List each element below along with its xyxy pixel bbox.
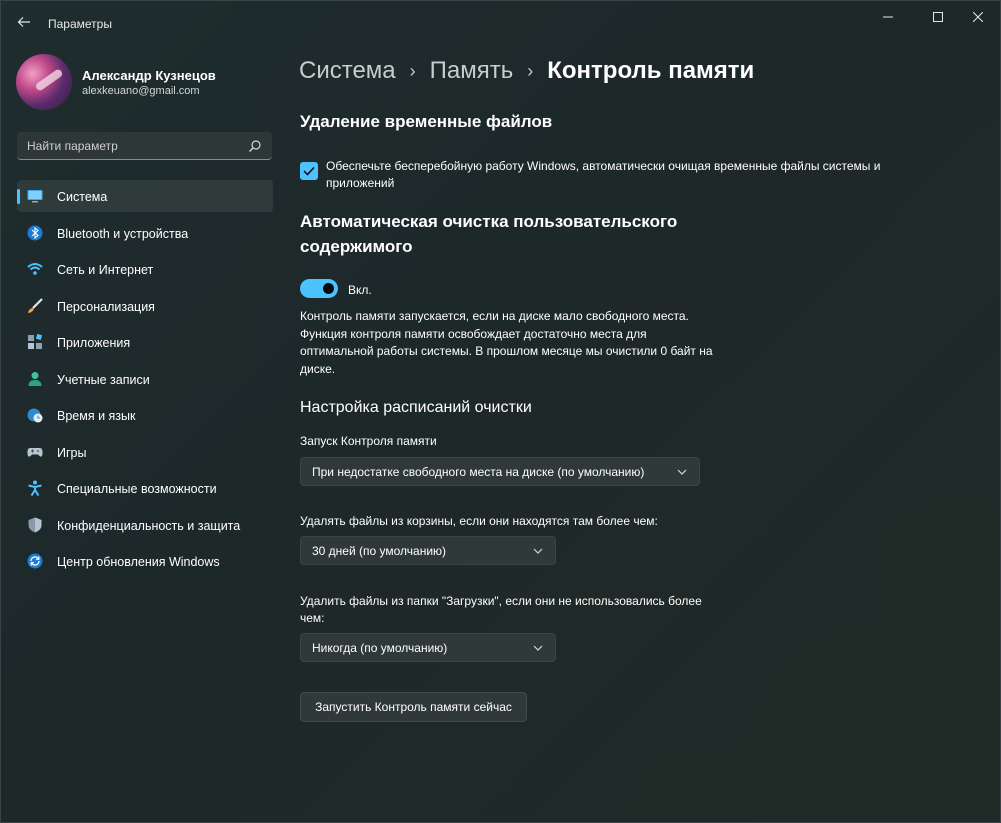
auto-cleanup-heading-line2: содержимого — [300, 237, 413, 256]
sidebar-item-windows-update[interactable]: Центр обновления Windows — [17, 545, 273, 577]
chevron-right-icon: › — [527, 60, 534, 81]
recycle-bin-dropdown[interactable]: 30 дней (по умолчанию) — [300, 536, 556, 565]
storage-sense-description: Контроль памяти запускается, если на дис… — [300, 309, 713, 376]
chevron-right-icon: › — [409, 60, 416, 81]
minimize-button[interactable] — [865, 1, 911, 33]
globe-clock-icon — [27, 408, 43, 423]
close-button[interactable] — [955, 1, 1001, 33]
sidebar-item-label: Игры — [57, 445, 87, 460]
dropdown-value: 30 дней (по умолчанию) — [312, 544, 447, 558]
storage-sense-toggle[interactable] — [300, 279, 338, 298]
user-email: alexkeuano@gmail.com — [82, 85, 200, 97]
sidebar-item-privacy[interactable]: Конфиденциальность и защита — [17, 509, 273, 541]
sidebar-item-personalization[interactable]: Персонализация — [17, 290, 273, 322]
auto-cleanup-heading-line1: Автоматическая очистка пользовательского — [300, 212, 678, 231]
search-box — [17, 132, 272, 160]
sidebar-nav: Система Bluetooth и устройства Сеть и Ин… — [17, 180, 273, 582]
sidebar-item-label: Время и язык — [57, 409, 136, 423]
apps-icon — [28, 334, 43, 349]
sidebar-item-gaming[interactable]: Игры — [17, 436, 273, 468]
breadcrumb: Система › Память › Контроль памяти — [299, 57, 754, 85]
temp-files-checkbox-label: Обеспечьте бесперебойную работу Windows,… — [326, 159, 881, 190]
search-input[interactable] — [17, 132, 242, 159]
run-storage-sense-dropdown[interactable]: При недостатке свободного места на диске… — [300, 457, 700, 486]
person-icon — [28, 371, 42, 386]
downloads-label: Удалить файлы из папки "Загрузки", если … — [300, 594, 702, 625]
accessibility-icon — [28, 480, 42, 496]
sidebar-item-label: Конфиденциальность и защита — [57, 518, 241, 533]
minimize-icon — [883, 16, 893, 18]
dropdown-value: При недостатке свободного места на диске… — [312, 465, 645, 479]
sidebar-item-label: Bluetooth и устройства — [57, 226, 189, 241]
wifi-icon — [27, 263, 43, 275]
gamepad-icon — [27, 447, 43, 457]
chevron-down-icon — [533, 645, 543, 651]
settings-window: Параметры Александр Кузнецов alexkeuano@… — [0, 0, 1001, 823]
sidebar-item-label: Приложения — [57, 336, 131, 350]
checkmark-icon — [303, 166, 315, 176]
dropdown-value: Никогда (по умолчанию) — [312, 641, 448, 655]
schedule-heading: Настройка расписаний очистки — [300, 399, 532, 416]
sidebar-item-label: Сеть и Интернет — [57, 263, 154, 277]
sidebar-item-system[interactable]: Система — [17, 180, 273, 212]
page-title: Контроль памяти — [547, 57, 755, 84]
recycle-bin-label: Удалять файлы из корзины, если они наход… — [300, 514, 658, 528]
sidebar-item-label: Учетные записи — [57, 372, 150, 387]
sidebar-item-accounts[interactable]: Учетные записи — [17, 363, 273, 395]
chevron-down-icon — [677, 469, 687, 475]
sidebar-item-label: Центр обновления Windows — [57, 555, 220, 569]
toggle-state-label: Вкл. — [348, 283, 372, 297]
temp-files-heading: Удаление временные файлов — [300, 112, 553, 131]
toggle-knob — [323, 283, 334, 294]
brush-icon — [28, 297, 43, 313]
downloads-dropdown[interactable]: Никогда (по умолчанию) — [300, 633, 556, 662]
sidebar-item-network[interactable]: Сеть и Интернет — [17, 253, 273, 285]
back-arrow-icon — [17, 17, 30, 27]
user-name: Александр Кузнецов — [82, 68, 216, 83]
shield-icon — [28, 517, 42, 532]
breadcrumb-system[interactable]: Система — [299, 57, 396, 85]
sidebar-item-bluetooth[interactable]: Bluetooth и устройства — [17, 217, 273, 249]
monitor-icon — [27, 190, 43, 203]
sidebar-item-accessibility[interactable]: Специальные возможности — [17, 472, 273, 504]
back-button[interactable] — [11, 9, 37, 35]
chevron-down-icon — [533, 548, 543, 554]
sidebar-item-time-language[interactable]: Время и язык — [17, 399, 273, 431]
app-title: Параметры — [48, 17, 112, 31]
temp-files-checkbox[interactable] — [300, 162, 318, 180]
search-icon[interactable] — [248, 139, 262, 153]
sidebar-item-label: Персонализация — [57, 299, 155, 314]
bluetooth-icon — [27, 225, 43, 240]
sidebar-item-label: Специальные возможности — [57, 482, 217, 496]
maximize-icon — [933, 12, 943, 22]
avatar[interactable] — [16, 54, 72, 110]
update-icon — [27, 553, 43, 569]
run-storage-sense-label: Запуск Контроля памяти — [300, 434, 437, 448]
run-storage-sense-now-button[interactable]: Запустить Контроль памяти сейчас — [300, 692, 527, 722]
sidebar-item-apps[interactable]: Приложения — [17, 326, 273, 358]
sidebar-item-label: Система — [57, 190, 108, 204]
close-icon — [973, 12, 983, 22]
breadcrumb-storage[interactable]: Память — [430, 57, 514, 85]
title-bar: Параметры — [1, 1, 1001, 45]
